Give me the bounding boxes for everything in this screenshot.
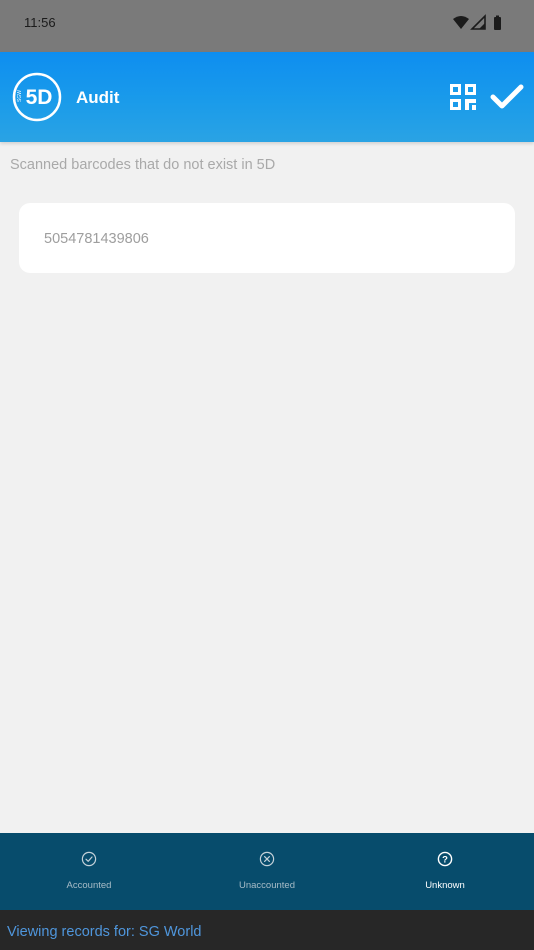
x-circle-icon (259, 851, 275, 867)
page-title: Audit (76, 88, 120, 107)
footer-bar: Viewing records for: SG World (0, 910, 534, 950)
logo-small-text: SGW (17, 90, 23, 102)
check-circle-icon (81, 851, 97, 867)
barcode-value: 5054781439806 (44, 231, 149, 247)
bottom-nav: Accounted Unaccounted ? Unknown (0, 833, 534, 910)
cellular-signal-icon (470, 14, 486, 30)
footer-text: Viewing records for: SG World (7, 924, 202, 940)
app-bar: 5D SGW Audit (0, 52, 534, 142)
qr-code-icon[interactable] (448, 82, 478, 112)
barcode-card[interactable]: 5054781439806 (19, 203, 515, 273)
nav-label-unaccounted: Unaccounted (239, 880, 295, 891)
svg-text:?: ? (442, 854, 448, 865)
status-icons (453, 14, 501, 30)
section-caption: Scanned barcodes that do not exist in 5D (10, 157, 276, 173)
nav-label-unknown: Unknown (425, 880, 465, 891)
question-circle-icon: ? (437, 851, 453, 867)
nav-label-accounted: Accounted (66, 880, 112, 891)
wifi-icon (453, 16, 469, 29)
logo-text: 5D (26, 86, 53, 109)
nav-item-unknown[interactable]: ? Unknown (356, 833, 534, 910)
status-bar: 11:56 (0, 0, 534, 52)
app-logo: 5D SGW (12, 72, 62, 122)
nav-item-unaccounted[interactable]: Unaccounted (178, 833, 356, 910)
nav-item-accounted[interactable]: Accounted (0, 833, 178, 910)
checkmark-icon[interactable] (490, 82, 524, 112)
status-time: 11:56 (24, 15, 56, 30)
battery-icon (494, 15, 501, 30)
audit-screen: 11:56 5D SGW Audit Scanned barcodes that… (0, 0, 534, 950)
